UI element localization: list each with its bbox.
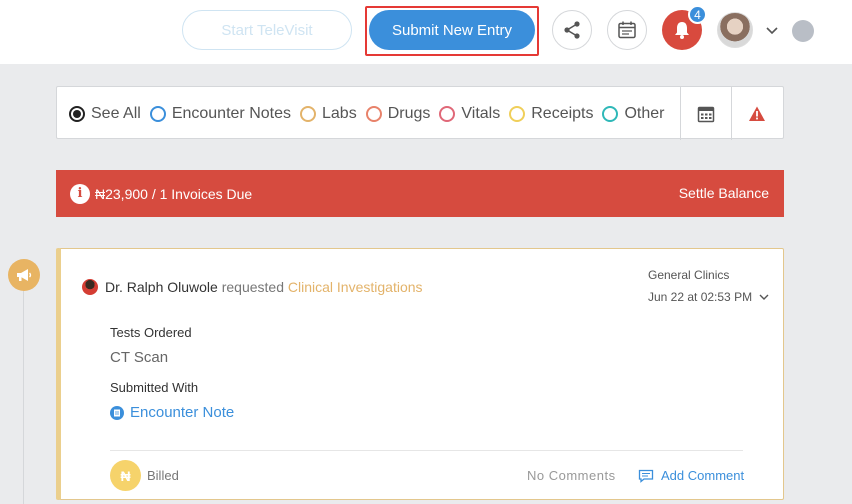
filter-label: Vitals [461,104,501,122]
billing-status: Billed [147,468,179,483]
doctor-avatar [82,279,98,295]
warning-icon [749,106,765,121]
timeline-line [23,290,24,504]
filter-other[interactable]: Other [602,104,665,123]
alert-filter-button[interactable] [732,87,782,140]
radio-icon [509,105,526,122]
add-comment-button[interactable]: Add Comment [638,468,744,483]
document-icon [110,405,124,420]
filter-vitals[interactable]: Vitals [439,105,500,123]
date-filter-button[interactable] [681,87,731,140]
settle-balance-button[interactable]: Settle Balance [679,185,769,201]
filter-drugs[interactable]: Drugs [365,104,431,123]
submitted-with-label: Submitted With [110,380,199,395]
filter-label: Labs [322,104,357,122]
share-button[interactable] [552,10,592,50]
chevron-down-icon[interactable] [765,24,779,38]
radio-icon [602,105,619,122]
radio-icon [69,105,85,122]
radio-icon [300,105,316,122]
test-name: CT Scan [110,349,169,366]
filter-label: Drugs [387,104,431,122]
comments-count[interactable]: No Comments [527,468,616,483]
start-televisit-button[interactable]: Start TeleVisit [182,10,352,50]
calendar-button[interactable] [607,10,647,50]
entry-verb: requested [221,279,284,295]
filter-receipts[interactable]: Receipts [509,105,593,123]
entry-type-link[interactable]: Clinical Investigations [288,279,423,295]
filter-label: Encounter Notes [171,104,291,122]
encounter-note-link[interactable]: Encounter Note [110,404,234,421]
filter-label: See All [91,104,141,122]
radio-icon [365,105,382,122]
balance-banner: i ₦23,900 / 1 Invoices Due Settle Balanc… [56,170,784,217]
filter-bar: See All Encounter Notes Labs Drugs Vitals Rec… [56,86,784,140]
megaphone-icon [17,269,32,281]
filter-label: Other [624,104,665,122]
user-avatar[interactable] [717,12,753,48]
timeline-marker [8,259,40,291]
naira-icon: ₦ [110,460,141,491]
entry-header: Dr. Ralph Oluwole requested Clinical Inv… [105,279,423,295]
notification-badge: 4 [688,5,707,24]
filter-labs[interactable]: Labs [300,105,357,123]
doctor-name[interactable]: Dr. Ralph Oluwole [105,279,218,295]
submit-new-entry-button[interactable]: Submit New Entry [369,10,535,50]
radio-icon [149,105,166,122]
bell-icon [675,22,689,39]
calendar-icon [618,21,636,39]
chevron-down-icon [759,294,769,300]
encounter-note-label: Encounter Note [130,404,235,421]
comment-icon [638,469,654,483]
add-comment-label: Add Comment [661,468,745,483]
share-icon [564,21,580,39]
entry-date: Jun 22 at 02:53 PM [648,290,753,304]
radio-icon [439,105,456,122]
divider [110,450,743,451]
clinic-name: General Clinics [648,268,730,282]
balance-due-text: ₦23,900 / 1 Invoices Due [95,185,253,202]
filter-encounter-notes[interactable]: Encounter Notes [149,104,291,123]
entry-datetime[interactable]: Jun 22 at 02:53 PM [648,290,770,304]
filter-list: See All Encounter Notes Labs Drugs Vitals Rec… [69,87,674,140]
calendar-icon [697,106,715,122]
tests-ordered-label: Tests Ordered [110,325,192,340]
timeline-entry-card: Dr. Ralph Oluwole requested Clinical Inv… [56,248,784,500]
status-indicator [792,20,814,42]
info-icon: i [70,183,90,204]
filter-label: Receipts [531,104,594,122]
filter-see-all[interactable]: See All [69,105,141,123]
